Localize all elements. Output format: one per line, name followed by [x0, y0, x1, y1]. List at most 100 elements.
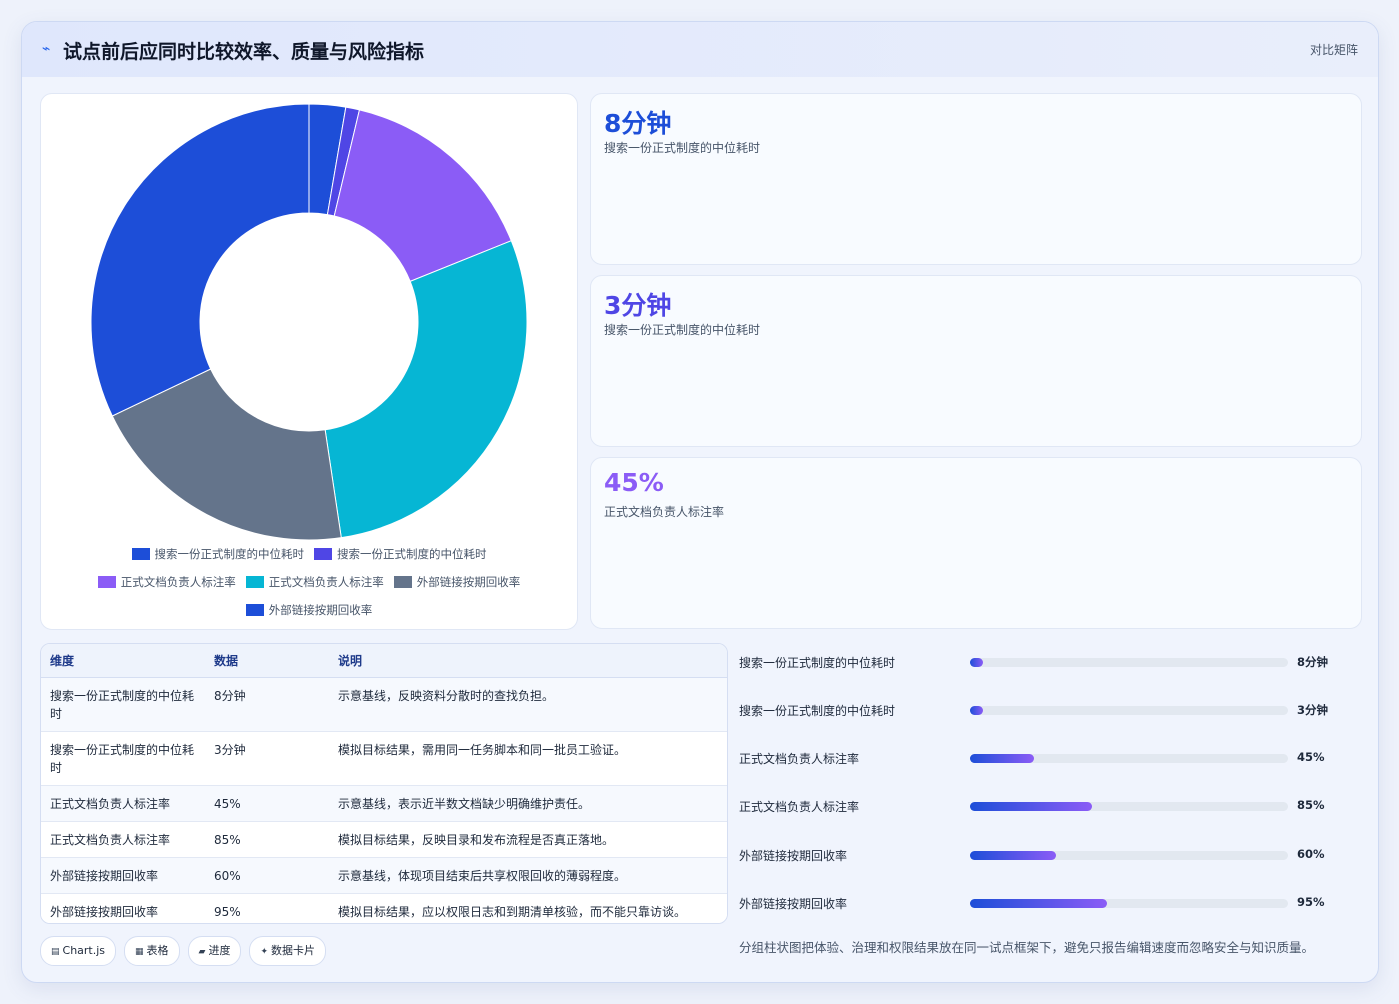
table-header-row: 维度 数据 说明 — [41, 644, 727, 678]
stat-card-1: 8分钟 搜索一份正式制度的中位耗时 — [590, 93, 1362, 265]
progress-track — [970, 754, 1288, 763]
donut-chart-card: 搜索一份正式制度的中位耗时 搜索一份正式制度的中位耗时正式文档负责人标注率 正式文档… — [40, 93, 578, 630]
stat-label: 搜索一份正式制度的中位耗时 — [604, 141, 761, 155]
progress-value: 60% — [1297, 847, 1325, 861]
view-tag: 对比矩阵 — [1309, 43, 1358, 57]
progress-icon: ▰ — [198, 947, 206, 957]
chart-legend: 搜索一份正式制度的中位耗时 搜索一份正式制度的中位耗时正式文档负责人标注率 正式文档… — [51, 546, 567, 618]
cell-description: 示意基线，体现项目结束后共享权限回收的薄弱程度。 — [329, 857, 727, 894]
legend-label: 正式文档负责人标注率 — [268, 575, 384, 589]
legend-item[interactable]: 外部链接按期回收率 — [245, 602, 373, 618]
cell-description: 示意基线，反映资料分散时的查找负担。 — [329, 677, 727, 732]
donut-chart — [90, 103, 528, 541]
chip-chartjs[interactable]: ▤ Chart.js — [40, 936, 117, 966]
cell-description: 模拟目标结果，应以权限日志和到期清单核验，而不能只靠访谈。 — [329, 893, 727, 923]
progress-value: 45% — [1297, 750, 1325, 764]
legend-swatch — [245, 576, 264, 588]
stat-card-2: 3分钟 搜索一份正式制度的中位耗时 — [590, 275, 1362, 447]
stat-label: 搜索一份正式制度的中位耗时 — [604, 323, 761, 337]
dashboard-panel: ⌁ 试点前后应同时比较效率、质量与风险指标 对比矩阵 搜索一份正式制度的中位耗时… — [21, 21, 1379, 983]
legend-swatch — [131, 548, 150, 560]
table-row: 正式文档负责人标注率 45% 示意基线，表示近半数文档缺少明确维护责任。 — [41, 785, 727, 822]
chip-label: 进度 — [208, 944, 231, 957]
cell-dimension: 搜索一份正式制度的中位耗时 — [41, 731, 205, 786]
cell-data: 45% — [205, 785, 329, 822]
chip-label: 表格 — [146, 944, 169, 957]
stat-value: 45% — [604, 468, 664, 497]
progress-fill — [970, 802, 1093, 811]
legend-item[interactable]: 搜索一份正式制度的中位耗时 — [314, 546, 487, 562]
progress-fill — [970, 754, 1034, 763]
progress-row: 搜索一份正式制度的中位耗时 8分钟 — [739, 652, 1359, 672]
progress-track — [970, 899, 1288, 908]
progress-value: 85% — [1297, 798, 1325, 812]
progress-row: 外部链接按期回收率 60% — [739, 845, 1359, 865]
cell-dimension: 外部链接按期回收率 — [41, 893, 205, 923]
progress-track — [970, 706, 1288, 715]
feature-chips: ▤ Chart.js ▦ 表格 ▰ 进度 ✦ 数据卡片 — [40, 936, 327, 966]
progress-row: 外部链接按期回收率 95% — [739, 893, 1359, 913]
donut-slice[interactable] — [324, 240, 528, 539]
progress-row: 正式文档负责人标注率 45% — [739, 748, 1359, 768]
cell-description: 示意基线，表示近半数文档缺少明确维护责任。 — [329, 785, 727, 822]
stat-value: 3分钟 — [604, 291, 672, 320]
legend-swatch — [314, 548, 332, 560]
progress-fill — [970, 706, 983, 715]
legend-item[interactable]: 正式文档负责人标注率 — [245, 574, 384, 590]
chip-progress[interactable]: ▰ 进度 — [187, 936, 242, 966]
chip-label: Chart.js — [62, 944, 106, 957]
table-row: 外部链接按期回收率 95% 模拟目标结果，应以权限日志和到期清单核验，而不能只靠… — [41, 893, 727, 923]
cell-dimension: 搜索一份正式制度的中位耗时 — [41, 677, 205, 732]
progress-label: 正式文档负责人标注率 — [739, 800, 860, 814]
donut-slice[interactable] — [90, 103, 310, 417]
chart-icon: ▤ — [51, 947, 60, 957]
data-table-card: 维度 数据 说明 搜索一份正式制度的中位耗时 8分钟 示意基线，反映资料分散时的… — [40, 643, 728, 924]
chip-data-card[interactable]: ✦ 数据卡片 — [249, 936, 327, 966]
progress-fill — [970, 899, 1107, 908]
stat-label: 正式文档负责人标注率 — [604, 505, 725, 519]
legend-item[interactable]: 正式文档负责人标注率 — [97, 574, 236, 590]
table-row: 搜索一份正式制度的中位耗时 8分钟 示意基线，反映资料分散时的查找负担。 — [41, 677, 727, 732]
progress-track — [970, 658, 1288, 667]
legend-item[interactable]: 搜索一份正式制度的中位耗时 — [131, 546, 304, 562]
card-icon: ✦ — [260, 947, 269, 957]
column-header-description: 说明 — [329, 644, 727, 678]
legend-label: 正式文档负责人标注率 — [120, 575, 236, 589]
progress-value: 3分钟 — [1297, 703, 1329, 717]
legend-swatch — [97, 576, 116, 588]
cell-data: 3分钟 — [205, 731, 329, 786]
progress-label: 外部链接按期回收率 — [739, 897, 848, 911]
legend-label: 外部链接按期回收率 — [268, 603, 373, 617]
legend-item[interactable]: 外部链接按期回收率 — [393, 574, 520, 590]
progress-row: 正式文档负责人标注率 85% — [739, 796, 1359, 816]
legend-label: 搜索一份正式制度的中位耗时 — [337, 547, 487, 561]
page-title: 试点前后应同时比较效率、质量与风险指标 — [63, 41, 425, 63]
progress-value: 8分钟 — [1297, 655, 1329, 669]
stat-card-3: 45% 正式文档负责人标注率 — [590, 457, 1362, 629]
chart-icon: ⌁ — [42, 41, 51, 57]
progress-label: 搜索一份正式制度的中位耗时 — [739, 704, 896, 718]
cell-description: 模拟目标结果，反映目录和发布流程是否真正落地。 — [329, 821, 727, 858]
legend-swatch — [245, 604, 264, 616]
progress-label: 外部链接按期回收率 — [739, 849, 848, 863]
progress-row: 搜索一份正式制度的中位耗时 3分钟 — [739, 700, 1359, 720]
chip-table[interactable]: ▦ 表格 — [124, 936, 180, 966]
progress-value: 95% — [1297, 895, 1325, 909]
chip-label: 数据卡片 — [271, 944, 316, 957]
column-header-dimension: 维度 — [41, 644, 205, 678]
table-row: 正式文档负责人标注率 85% 模拟目标结果，反映目录和发布流程是否真正落地。 — [41, 821, 727, 858]
cell-dimension: 正式文档负责人标注率 — [41, 821, 205, 858]
data-table: 维度 数据 说明 搜索一份正式制度的中位耗时 8分钟 示意基线，反映资料分散时的… — [41, 644, 727, 923]
cell-data: 60% — [205, 857, 329, 894]
progress-track — [970, 802, 1288, 811]
cell-data: 85% — [205, 821, 329, 858]
progress-fill — [970, 851, 1056, 860]
progress-label: 正式文档负责人标注率 — [739, 752, 860, 766]
table-row: 外部链接按期回收率 60% 示意基线，体现项目结束后共享权限回收的薄弱程度。 — [41, 857, 727, 894]
stat-value: 8分钟 — [604, 109, 672, 138]
panel-header: ⌁ 试点前后应同时比较效率、质量与风险指标 对比矩阵 — [22, 22, 1378, 77]
progress-label: 搜索一份正式制度的中位耗时 — [739, 656, 896, 670]
table-icon: ▦ — [135, 947, 144, 957]
cell-data: 8分钟 — [205, 677, 329, 732]
table-row: 搜索一份正式制度的中位耗时 3分钟 模拟目标结果，需用同一任务脚本和同一批员工验… — [41, 731, 727, 786]
